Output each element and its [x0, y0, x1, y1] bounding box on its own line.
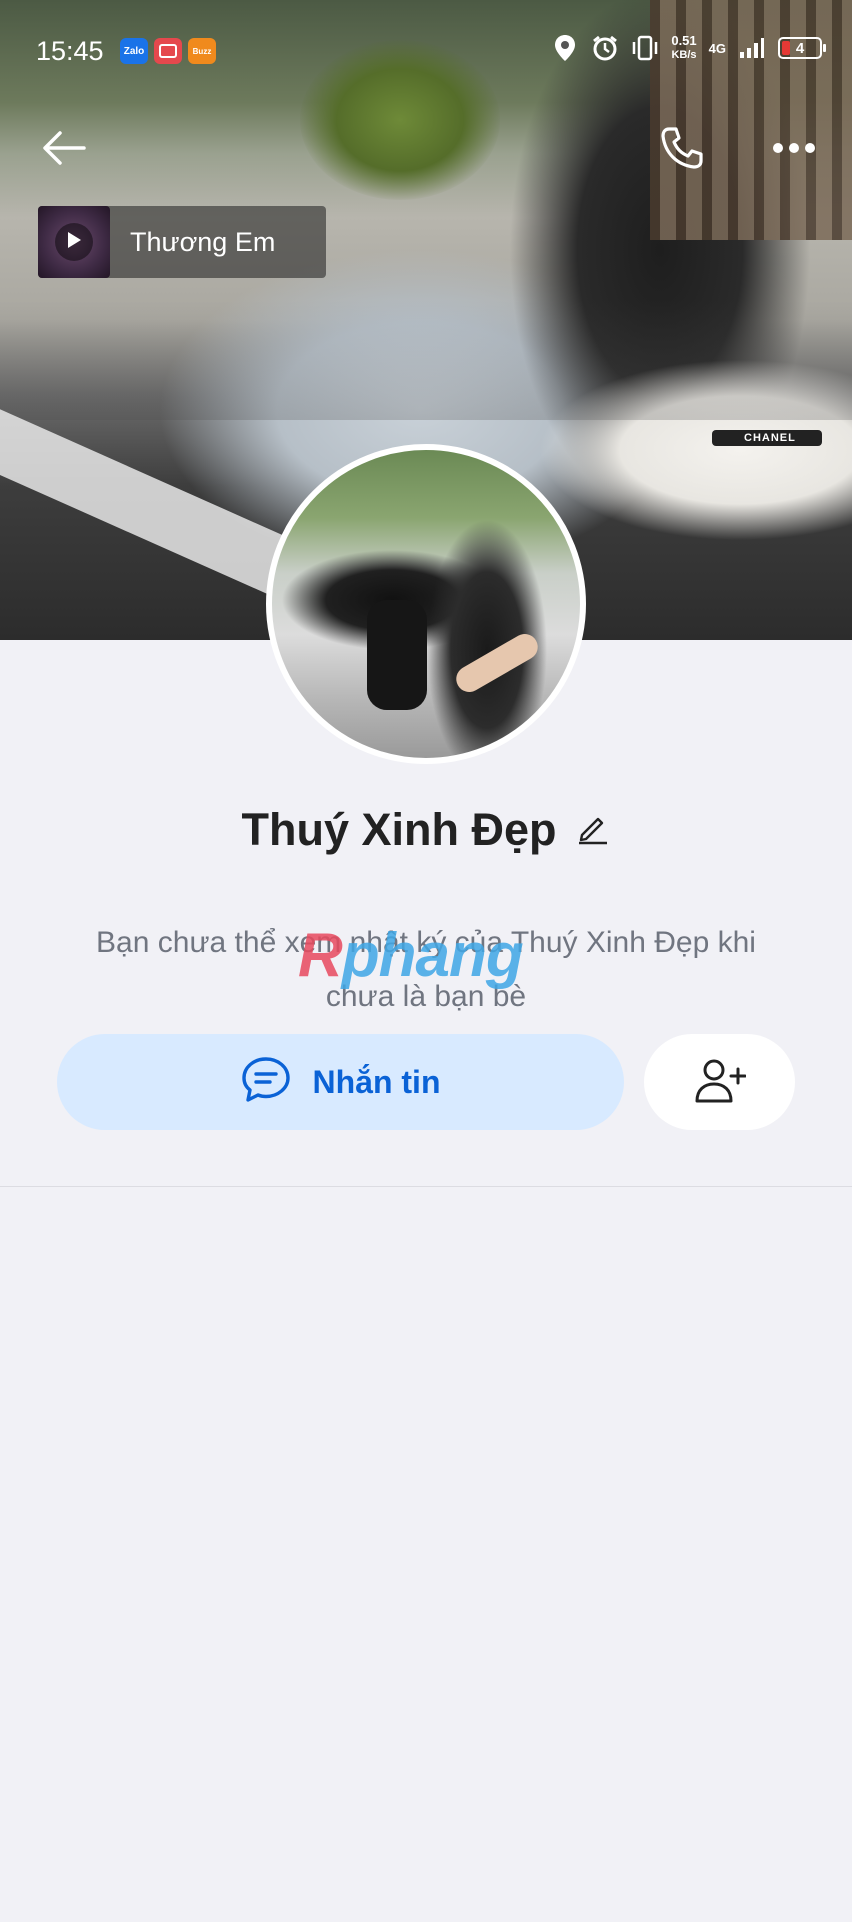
- net-speed-value: 0.51: [671, 33, 697, 48]
- status-icons: 0.51 KB/s 4G 4: [551, 34, 826, 62]
- avatar-table: [367, 600, 427, 710]
- cover-curb: [0, 300, 852, 420]
- pencil-icon: [576, 811, 610, 850]
- watermark-part-1: R: [298, 921, 343, 990]
- chat-bubble-icon: [241, 1056, 291, 1109]
- status-time: 15:45: [36, 36, 104, 66]
- music-cover-art: [38, 206, 110, 278]
- add-friend-icon: [694, 1057, 746, 1108]
- vidcam-app-icon: [154, 38, 182, 64]
- network-type: 4G: [708, 40, 726, 56]
- avatar-person: [451, 629, 543, 697]
- alarm-icon: [591, 34, 619, 62]
- more-dots-icon: [772, 141, 816, 159]
- call-button[interactable]: [652, 120, 712, 180]
- location-icon: [551, 34, 579, 62]
- message-button-label: Nhắn tin: [312, 1063, 441, 1100]
- profile-name: Thuý Xinh Đẹp: [241, 804, 557, 855]
- phone-icon: [659, 125, 705, 176]
- net-speed-unit: KB/s: [671, 49, 697, 61]
- add-friend-button[interactable]: [644, 1034, 795, 1130]
- battery-icon: 4: [778, 37, 826, 59]
- back-button[interactable]: [34, 120, 94, 180]
- watermark-logo: Rphang: [298, 920, 524, 990]
- buzz-app-icon: Buzz: [188, 38, 216, 64]
- profile-music[interactable]: Thương Em: [38, 206, 326, 278]
- status-bar: 15:45 Zalo Buzz 0.51 KB/s 4G 4: [0, 0, 852, 100]
- more-button[interactable]: [764, 120, 824, 180]
- battery-level: 4: [795, 39, 805, 57]
- vibrate-icon: [631, 34, 659, 62]
- edit-name-button[interactable]: [575, 812, 611, 848]
- section-divider: [0, 1186, 852, 1187]
- net-speed: 0.51 KB/s: [671, 34, 696, 62]
- arrow-left-icon: [42, 130, 86, 171]
- play-icon: [65, 230, 83, 255]
- message-button[interactable]: Nhắn tin: [57, 1034, 624, 1130]
- watermark-part-2: phang: [341, 921, 524, 990]
- profile-name-row: Thuý Xinh Đẹp: [0, 800, 852, 860]
- signal-icon: [738, 34, 766, 62]
- play-button[interactable]: [55, 223, 93, 261]
- music-title: Thương Em: [130, 226, 276, 257]
- cover-hat-label: CHANEL: [744, 432, 796, 444]
- zalo-app-icon: Zalo: [120, 38, 148, 64]
- avatar[interactable]: [266, 444, 586, 764]
